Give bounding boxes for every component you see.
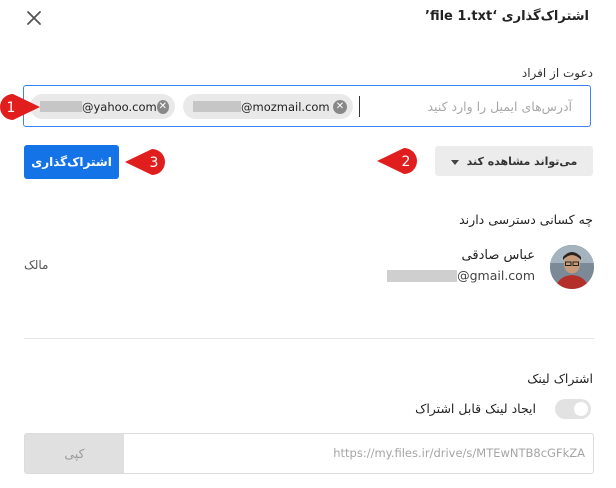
marker-1: 1	[0, 93, 42, 125]
email-input[interactable]: آدرس‌های ایمیل را وارد کنید	[427, 99, 572, 114]
dialog-title: اشتراک‌گذاری ‘file 1.txt’	[425, 9, 589, 24]
owner-email: @gmail.com	[387, 268, 535, 283]
divider	[24, 338, 594, 339]
caret-down-icon	[450, 155, 459, 168]
email-chip[interactable]: @mozmail.com ✕	[183, 94, 353, 119]
owner-email-suffix: @gmail.com	[457, 268, 535, 283]
chip-email-suffix: @yahoo.com	[82, 99, 157, 114]
marker-number: 3	[150, 155, 159, 171]
permission-dropdown[interactable]: می‌تواند مشاهده کند	[435, 146, 593, 176]
invite-label: دعوت از افراد	[521, 66, 593, 80]
link-toggle-label: ایجاد لینک قابل اشتراک	[415, 401, 536, 416]
link-sharing-label: اشتراک لینک	[527, 371, 593, 386]
chip-email: @mozmail.com	[193, 100, 330, 114]
toggle-knob	[574, 402, 588, 416]
chip-email: @yahoo.com	[40, 100, 157, 114]
remove-circle-icon[interactable]: ✕	[156, 99, 169, 114]
marker-number: 1	[7, 100, 16, 116]
marker-number: 2	[402, 154, 411, 170]
redacted-text	[40, 101, 82, 112]
share-button[interactable]: اشتراک‌گذاری	[24, 145, 119, 179]
redacted-text	[387, 269, 458, 282]
marker-2: 2	[376, 147, 426, 179]
copy-button[interactable]: کپی	[25, 434, 124, 473]
avatar	[550, 245, 594, 289]
permission-selected: می‌تواند مشاهده کند	[466, 154, 578, 168]
remove-circle-icon[interactable]: ✕	[333, 99, 347, 114]
marker-3: 3	[124, 148, 174, 180]
owner-role: مالک	[24, 258, 49, 272]
chip-email-suffix: @mozmail.com	[241, 99, 330, 114]
access-label: چه کسانی دسترسی دارند	[459, 212, 593, 227]
close-icon[interactable]	[24, 8, 44, 28]
email-chip[interactable]: @yahoo.com ✕	[30, 94, 175, 119]
owner-name: عباس صادقی	[461, 248, 535, 263]
invite-input-box[interactable]: آدرس‌های ایمیل را وارد کنید @mozmail.com…	[23, 85, 591, 127]
link-field[interactable]: https://my.files.ir/drive/s/MTEwNTB8cGFk…	[24, 433, 594, 474]
redacted-text	[193, 101, 241, 112]
text-caret	[359, 96, 360, 117]
link-toggle[interactable]	[555, 399, 591, 419]
link-url[interactable]: https://my.files.ir/drive/s/MTEwNTB8cGFk…	[333, 446, 585, 460]
